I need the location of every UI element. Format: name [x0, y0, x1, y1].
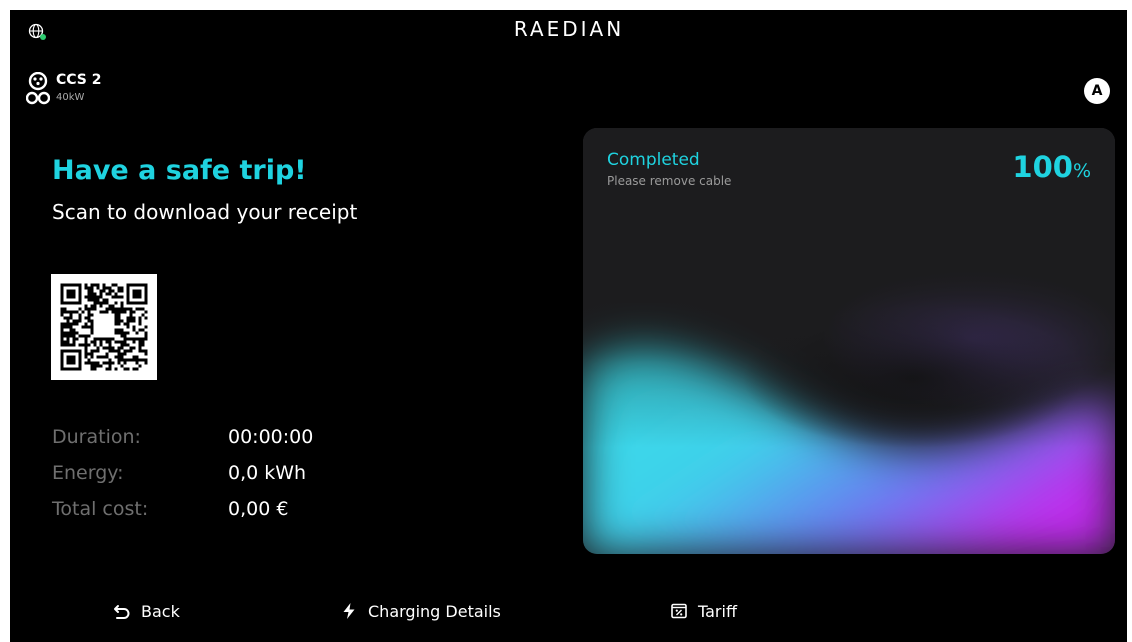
- receipt-qr-code: [51, 274, 157, 380]
- tariff-label: Tariff: [698, 601, 737, 621]
- stat-label: Duration:: [52, 426, 141, 448]
- stat-energy: Energy: 0,0 kWh: [52, 462, 452, 492]
- brand-logo: RAEDIAN: [10, 18, 1127, 44]
- lightning-bolt-icon: [343, 603, 355, 619]
- page-title: Have a safe trip!: [52, 155, 307, 186]
- stat-value: 00:00:00: [228, 426, 314, 448]
- charge-hint: Please remove cable: [607, 174, 732, 188]
- bottom-nav: Back Charging Details Tariff: [10, 595, 1127, 635]
- charge-percent: 100%: [1012, 150, 1091, 184]
- receipt-instruction: Scan to download your receipt: [52, 200, 358, 224]
- charge-percent-unit: %: [1072, 160, 1091, 182]
- back-button[interactable]: Back: [113, 595, 180, 627]
- tariff-button[interactable]: Tariff: [670, 595, 737, 627]
- stat-total-cost: Total cost: 0,00 €: [52, 498, 452, 528]
- stat-label: Total cost:: [52, 498, 149, 520]
- tariff-icon: [671, 603, 687, 619]
- connector-name: CCS 2: [56, 72, 102, 88]
- back-label: Back: [141, 601, 180, 621]
- back-arrow-icon: [114, 605, 130, 619]
- charger-screen: RAEDIAN CCS 2 40kW A Have a safe trip! S…: [10, 10, 1127, 642]
- svg-text:RAEDIAN: RAEDIAN: [513, 18, 623, 40]
- stat-duration: Duration: 00:00:00: [52, 426, 452, 456]
- charge-status-card: Completed Please remove cable 100%: [583, 128, 1115, 554]
- charge-level-wave: [583, 128, 1115, 554]
- charge-status: Completed: [607, 150, 700, 170]
- charge-percent-value: 100: [1012, 150, 1073, 184]
- stat-value: 0,00 €: [228, 498, 289, 520]
- stat-label: Energy:: [52, 462, 124, 484]
- connector-power: 40kW: [56, 92, 85, 103]
- charging-details-button[interactable]: Charging Details: [340, 595, 501, 627]
- charging-details-label: Charging Details: [368, 601, 501, 621]
- ccs2-connector-icon: [26, 72, 50, 105]
- user-avatar[interactable]: A: [1084, 78, 1110, 104]
- top-bar: RAEDIAN: [10, 10, 1127, 46]
- stat-value: 0,0 kWh: [228, 462, 307, 484]
- raedian-logo-mark: RAEDIAN: [513, 18, 623, 40]
